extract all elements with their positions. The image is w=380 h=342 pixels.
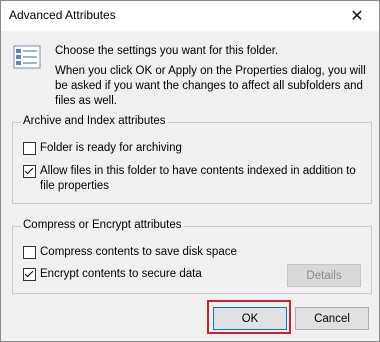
intro-line-2: When you click OK or Apply on the Proper… <box>55 65 366 107</box>
advanced-attributes-dialog: Advanced Attributes ✕ Choose the setting… <box>0 0 380 342</box>
title-bar[interactable]: Advanced Attributes ✕ <box>1 1 379 31</box>
encrypt-checkbox-row[interactable]: Encrypt contents to secure data <box>23 267 202 282</box>
close-icon: ✕ <box>350 8 364 25</box>
archive-checkbox-row[interactable]: Folder is ready for archiving <box>23 141 182 156</box>
details-button[interactable]: Details <box>287 264 361 287</box>
compress-group-title: Compress or Encrypt attributes <box>21 219 184 231</box>
encrypt-checkbox[interactable] <box>23 268 36 281</box>
ok-button[interactable]: OK <box>213 307 287 330</box>
index-checkbox-label: Allow files in this folder to have conte… <box>40 165 356 192</box>
intro-line-1: Choose the settings you want for this fo… <box>55 45 279 57</box>
compress-checkbox-label: Compress contents to save disk space <box>40 246 237 258</box>
compress-checkbox[interactable] <box>23 246 36 259</box>
archive-checkbox[interactable] <box>23 142 36 155</box>
intro-text: Choose the settings you want for this fo… <box>55 44 373 109</box>
cancel-button[interactable]: Cancel <box>295 307 369 330</box>
dialog-title: Advanced Attributes <box>9 8 116 22</box>
close-button[interactable]: ✕ <box>335 1 379 31</box>
archive-group-title: Archive and Index attributes <box>21 115 168 127</box>
encrypt-checkbox-label: Encrypt contents to secure data <box>40 268 202 280</box>
index-checkbox[interactable] <box>23 165 36 178</box>
index-checkbox-row[interactable]: Allow files in this folder to have conte… <box>23 164 363 194</box>
folder-properties-icon <box>13 45 41 69</box>
archive-checkbox-label: Folder is ready for archiving <box>40 142 182 154</box>
compress-checkbox-row[interactable]: Compress contents to save disk space <box>23 245 237 260</box>
